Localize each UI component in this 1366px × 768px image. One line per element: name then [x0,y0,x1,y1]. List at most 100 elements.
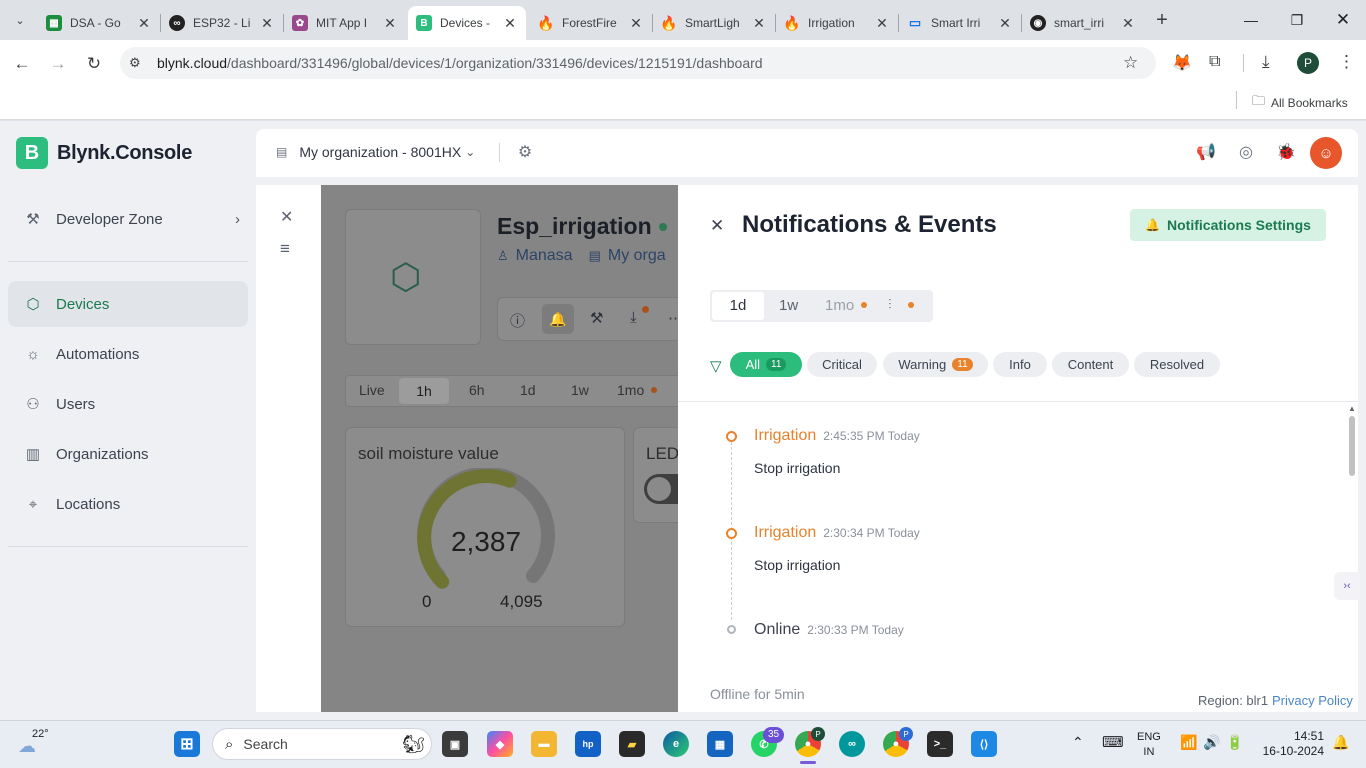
tab-search-button[interactable]: ⌄ [8,8,32,32]
close-icon[interactable]: ✕ [874,15,890,32]
copilot-icon[interactable]: ◆ [487,731,513,757]
file-explorer-icon[interactable]: ▬ [531,731,557,757]
bug-report-icon[interactable]: 🐞 [1275,141,1297,163]
organization-selector[interactable]: ▤ My organization - 8001HX ⌄ [276,144,475,160]
event-item[interactable]: Online 2:30:33 PM Today [754,621,904,639]
wifi-icon[interactable]: 📶 [1180,734,1197,751]
device-owner[interactable]: ♙ Manasa ▤ My orga [497,247,666,265]
browser-tab[interactable]: ✿ MIT App I ✕ [284,6,406,40]
close-icon[interactable]: ✕ [259,15,275,32]
volume-icon[interactable]: 🔊 [1203,734,1220,751]
info-icon[interactable]: ⓘ [510,310,525,331]
filter-chip-warning[interactable]: Warning 11 [883,352,988,377]
language-indicator[interactable]: ENG IN [1137,730,1161,760]
close-icon[interactable]: ✕ [136,15,152,32]
sidebar-item-organizations[interactable]: ▥ Organizations [8,431,248,477]
sidebar-item-developer-zone[interactable]: ⚒ Developer Zone › [8,196,248,242]
time-tab-1d[interactable]: 1d [520,382,536,398]
close-icon[interactable]: ✕ [751,15,767,32]
weather-widget[interactable]: ☁ 22° [18,728,58,760]
tools-icon[interactable]: ⚒ [590,309,603,327]
custom-range-icon[interactable]: ⫶ [888,296,892,313]
time-tab-1w[interactable]: 1w [571,382,589,398]
sidebar-item-locations[interactable]: ⌖ Locations [8,481,248,527]
blynk-brand[interactable]: B Blynk.Console [16,137,192,169]
reload-button[interactable]: ↻ [80,50,108,78]
show-hidden-icons[interactable]: ⌃ [1072,734,1084,751]
browser-tab[interactable]: 🔥 ForestFire ✕ [530,6,652,40]
url-text[interactable]: blynk.cloud/dashboard/331496/global/devi… [157,55,763,71]
event-item[interactable]: Irrigation 2:45:35 PM Today [754,427,920,445]
filter-chip-content[interactable]: Content [1052,352,1129,377]
scrollbar[interactable]: ▲ [1348,404,1356,710]
vscode-icon[interactable]: ⟨⟩ [971,731,997,757]
clock[interactable]: 14:51 16-10-2024 [1258,729,1324,759]
gauge-widget[interactable]: soil moisture value 2,387 0 4,095 [345,427,625,627]
event-item[interactable]: Irrigation 2:30:34 PM Today [754,524,920,542]
menu-kebab-icon[interactable]: ⋮ [1338,52,1355,72]
all-bookmarks[interactable]: 🗀 All Bookmarks [1252,92,1348,114]
sidebar-item-devices[interactable]: ⬡ Devices [8,281,248,327]
restore-button[interactable]: ❐ [1274,0,1320,40]
myhp-icon[interactable]: hp [575,731,601,757]
arduino-ide-icon[interactable]: ∞ [839,731,865,757]
settings-gear-icon[interactable]: ⚙ [514,141,536,163]
close-icon[interactable]: ✕ [1120,15,1136,32]
sticky-notes-icon[interactable]: ▰ [619,731,645,757]
browser-tab[interactable]: 🔥 SmartLigh ✕ [653,6,775,40]
store-icon[interactable]: ▦ [707,731,733,757]
terminal-icon[interactable]: >_ [927,731,953,757]
task-view-icon[interactable]: ▣ [442,731,468,757]
extensions-icon[interactable]: ⧉ [1209,53,1220,71]
filter-chip-critical[interactable]: Critical [807,352,877,377]
back-button[interactable]: ← [8,50,36,78]
browser-tab[interactable]: 🔥 Irrigation ✕ [776,6,898,40]
time-tab-1h[interactable]: 1h [399,378,449,404]
taskbar-search[interactable]: ⌕ Search 🐿 [212,728,432,760]
range-1d[interactable]: 1d [712,292,764,320]
led-widget[interactable]: LED [633,427,678,523]
filter-chip-all[interactable]: All 11 [730,352,802,377]
bell-icon[interactable]: 🔔 [542,304,574,334]
minimize-button[interactable]: — [1228,0,1274,40]
edge-icon[interactable]: e [663,731,689,757]
more-icon[interactable]: ⋯ [668,309,678,327]
close-icon[interactable]: ✕ [280,207,293,227]
browser-tab[interactable]: ◉ smart_irri ✕ [1022,6,1144,40]
time-tab-live[interactable]: Live [359,382,385,398]
led-toggle[interactable] [644,474,678,504]
new-tab-button[interactable]: + [1150,8,1174,32]
user-avatar[interactable]: ☺ [1310,137,1342,169]
close-icon[interactable]: ✕ [382,15,398,32]
help-lifebuoy-icon[interactable]: ◎ [1235,141,1257,163]
bookmark-star-icon[interactable]: ☆ [1123,53,1138,73]
announcements-icon[interactable]: 📢 [1195,141,1217,163]
time-tab-6h[interactable]: 6h [469,382,485,398]
windows-start-icon[interactable]: ⊞ [174,731,200,757]
filter-chip-info[interactable]: Info [993,352,1047,377]
privacy-policy-link[interactable]: Privacy Policy [1272,693,1353,708]
battery-icon[interactable]: 🔋 [1226,734,1243,751]
download-icon[interactable]: ⤓ [630,309,637,326]
metamask-icon[interactable]: 🦊 [1172,53,1192,73]
close-window-button[interactable]: ✕ [1320,0,1366,40]
profile-avatar[interactable]: P [1297,52,1319,74]
sidebar-item-automations[interactable]: ☼ Automations [8,331,248,377]
notification-bell-icon[interactable]: 🔔 [1332,734,1349,751]
close-icon[interactable]: ✕ [502,15,518,32]
menu-icon[interactable]: ≡ [280,239,290,259]
download-icon[interactable]: ⤓ [1262,52,1270,72]
keyboard-icon[interactable]: ⌨ [1102,733,1124,751]
site-info-icon[interactable]: ⚙ [129,55,141,71]
range-1w[interactable]: 1w [779,297,798,314]
browser-tab[interactable]: ▭ Smart Irri ✕ [899,6,1021,40]
filter-icon[interactable]: ▽ [710,357,722,375]
close-panel-icon[interactable]: ✕ [710,216,724,236]
close-icon[interactable]: ✕ [628,15,644,32]
forward-button[interactable]: → [44,50,72,78]
close-icon[interactable]: ✕ [997,15,1013,32]
filter-chip-resolved[interactable]: Resolved [1134,352,1220,377]
time-tab-1mo[interactable]: 1mo [617,382,644,398]
browser-tab[interactable]: ∞ ESP32 - Li ✕ [161,6,283,40]
side-widget-icon[interactable]: ›‹ [1334,572,1360,600]
